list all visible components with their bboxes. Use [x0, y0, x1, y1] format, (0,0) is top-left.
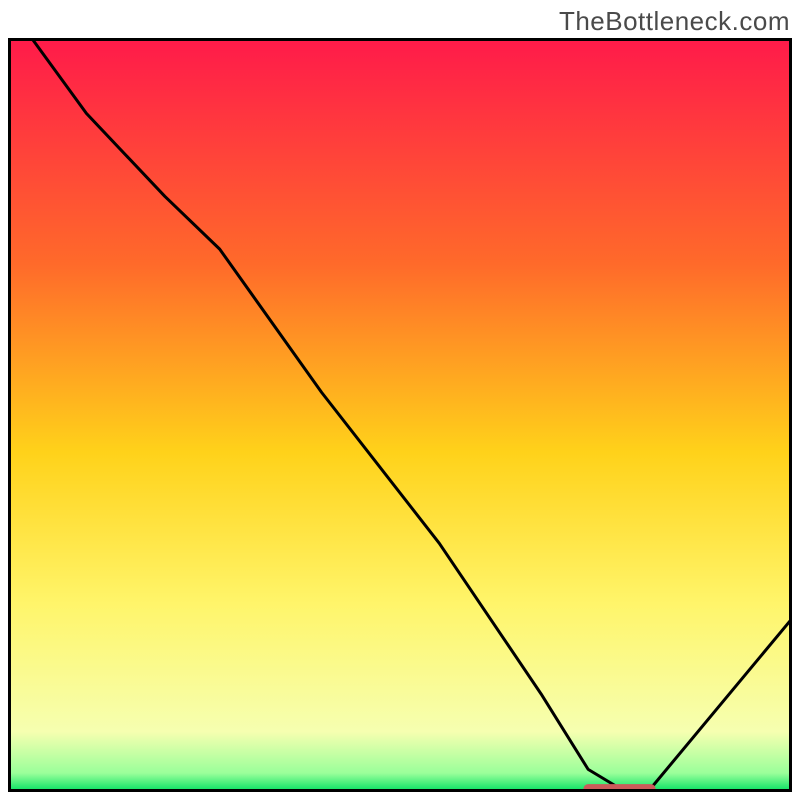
watermark-text: TheBottleneck.com — [559, 6, 790, 37]
plot-area — [8, 38, 792, 792]
chart-container: TheBottleneck.com — [0, 0, 800, 800]
plot-svg — [8, 38, 792, 792]
gradient-background — [8, 38, 792, 792]
